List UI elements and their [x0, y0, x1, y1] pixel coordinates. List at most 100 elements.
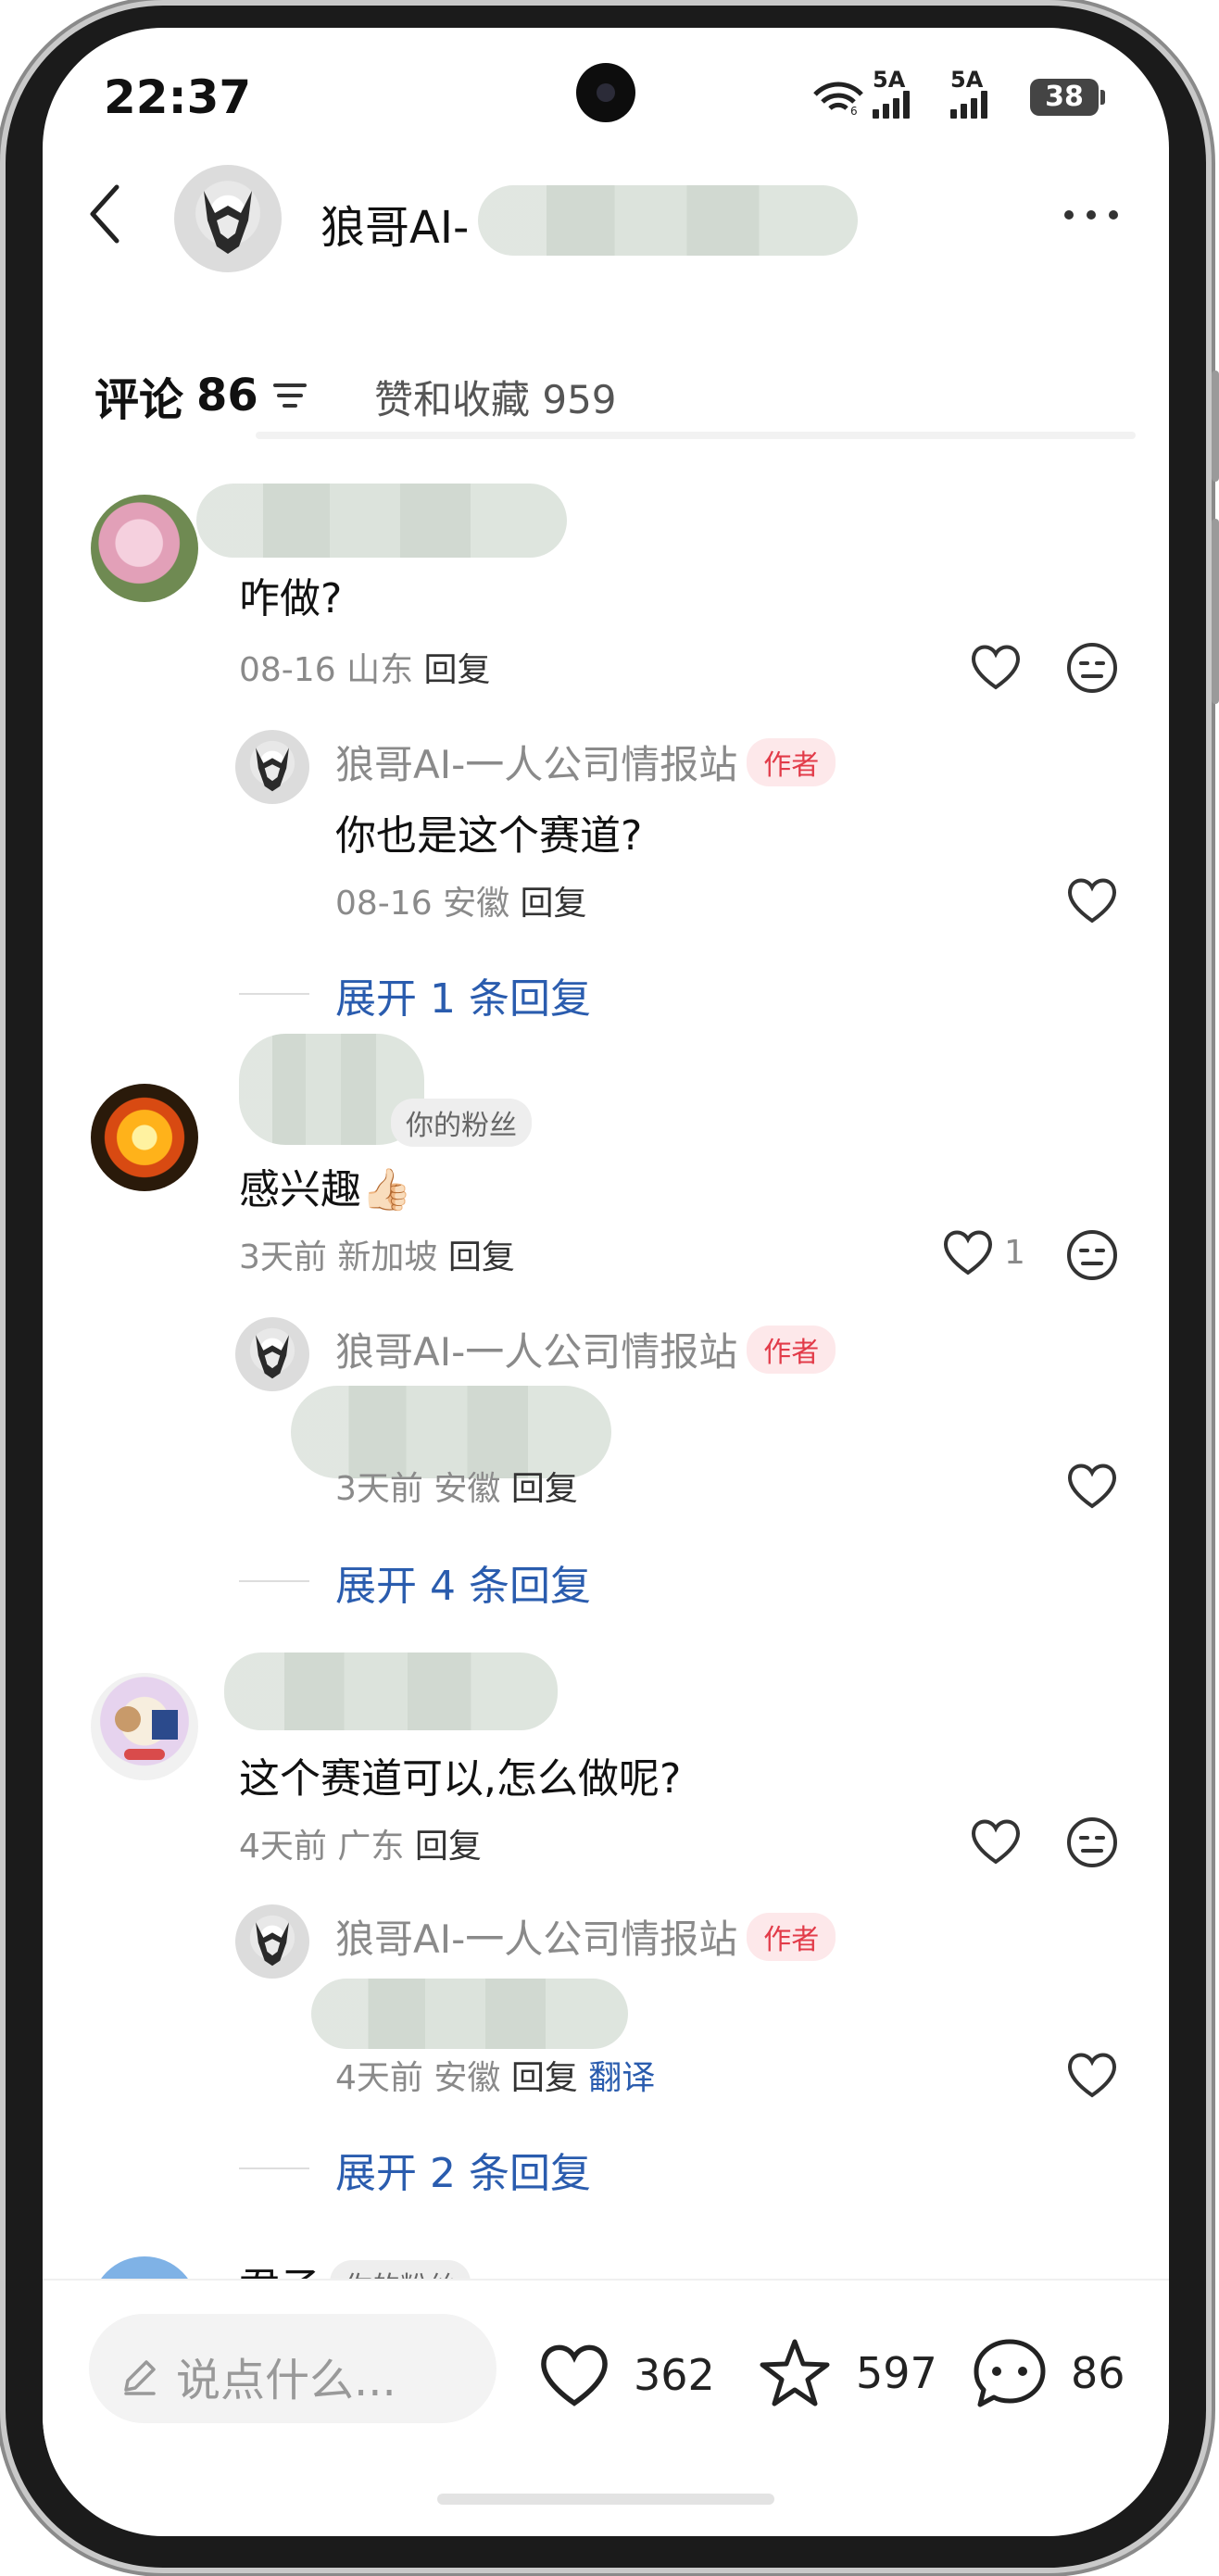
signal-bars-icon — [873, 91, 910, 119]
wolf-logo-icon — [256, 748, 289, 792]
neutral-face-icon — [1067, 1817, 1117, 1867]
comments-button[interactable]: 86 — [971, 2336, 1125, 2410]
reply-author-line: 狼哥AI-一人公司情报站 作者 — [335, 1321, 836, 1377]
favorite-count: 597 — [856, 2348, 937, 2398]
commenter-avatar[interactable] — [91, 1084, 198, 1191]
comment-count: 86 — [1071, 2348, 1125, 2398]
comment-text: 这个赛道可以,怎么做呢? — [239, 1755, 682, 1803]
front-camera — [576, 63, 635, 122]
back-button[interactable] — [85, 183, 141, 248]
blurred-reply-text — [311, 1979, 628, 2049]
dislike-button[interactable] — [1065, 641, 1119, 695]
reply-meta: 08-16 安徽 回复 — [335, 885, 587, 923]
like-post-button[interactable]: 362 — [537, 2342, 715, 2408]
wolf-logo-icon — [204, 191, 252, 254]
dislike-button[interactable] — [1065, 1816, 1119, 1869]
more-options-button[interactable] — [1058, 206, 1125, 223]
home-indicator[interactable] — [437, 2494, 774, 2505]
like-count: 362 — [634, 2350, 715, 2400]
screen: 22:37 6 5A 5A 38 狼哥AI- 评论 86 赞和收藏 959 咋做… — [43, 28, 1169, 2536]
heart-icon — [1068, 1464, 1116, 1509]
expand-divider — [239, 1580, 309, 1582]
comment-meta: 4天前 广东 回复 — [239, 1828, 482, 1866]
favorite-button[interactable]: 597 — [756, 2334, 937, 2412]
comment-input[interactable]: 说点什么... — [89, 2314, 496, 2423]
reply-button[interactable]: 回复 — [511, 1470, 578, 1508]
expand-divider — [239, 2168, 309, 2169]
author-badge: 作者 — [747, 737, 836, 786]
author-avatar[interactable] — [174, 165, 282, 272]
back-arrow-icon — [90, 184, 119, 244]
like-button[interactable] — [1065, 876, 1119, 924]
blurred-name — [224, 1652, 558, 1730]
expand-replies-button[interactable]: 展开 4 条回复 — [335, 1552, 591, 1612]
volume-button — [1212, 371, 1219, 482]
wifi-icon: 6 — [811, 74, 865, 119]
like-button[interactable] — [969, 1817, 1023, 1866]
page-title: 狼哥AI- — [320, 202, 470, 254]
heart-icon — [1068, 878, 1116, 924]
reply-author-name[interactable]: 狼哥AI-一人公司情报站 — [335, 1908, 737, 1965]
wolf-logo-icon — [256, 1335, 289, 1379]
author-badge: 作者 — [747, 1325, 836, 1374]
pencil-icon — [124, 2360, 156, 2395]
reply-author-line: 狼哥AI-一人公司情报站 作者 — [335, 1908, 836, 1965]
tab-comments-label: 评论 — [94, 374, 184, 426]
fan-badge: 你的粉丝 — [391, 1099, 532, 1147]
expand-replies-button[interactable]: 展开 2 条回复 — [335, 2140, 591, 2199]
heart-icon — [541, 2344, 608, 2406]
svg-text:6: 6 — [850, 105, 858, 115]
comment-meta: 3天前 新加坡 回复 — [239, 1238, 515, 1276]
reply-button[interactable]: 回复 — [415, 1828, 482, 1866]
reply-button[interactable]: 回复 — [424, 651, 491, 689]
neutral-face-icon — [1067, 643, 1117, 693]
tab-comments-count: 86 — [196, 370, 258, 421]
reply-text: 你也是这个赛道? — [335, 812, 643, 860]
like-button[interactable] — [969, 643, 1023, 691]
comment-text: 感兴趣👍🏻 — [239, 1166, 412, 1213]
like-button[interactable]: 1 — [941, 1228, 1025, 1276]
battery-indicator: 38 — [1030, 79, 1105, 116]
reply-author-avatar[interactable] — [235, 1317, 309, 1391]
heart-icon — [972, 645, 1020, 690]
comment-meta: 08-16 山东 回复 — [239, 651, 491, 689]
translate-button[interactable]: 翻译 — [588, 2059, 655, 2097]
expand-replies-button[interactable]: 展开 1 条回复 — [335, 965, 591, 1024]
heart-icon — [972, 1819, 1020, 1865]
like-button[interactable] — [1065, 2051, 1119, 2099]
blurred-name — [196, 484, 567, 558]
blurred-name — [478, 185, 858, 256]
chat-bubble-icon — [974, 2339, 1046, 2407]
reply-author-avatar[interactable] — [235, 1904, 309, 1979]
reply-button[interactable]: 回复 — [448, 1238, 515, 1276]
wolf-logo-icon — [256, 1922, 289, 1967]
comment-input-placeholder: 说点什么... — [176, 2355, 396, 2406]
star-icon — [760, 2339, 830, 2406]
cartoon-avatar-icon — [115, 1706, 178, 1760]
commenter-avatar[interactable] — [91, 495, 198, 602]
signal-bars-icon — [950, 91, 987, 119]
power-button — [1212, 519, 1219, 704]
reply-author-name[interactable]: 狼哥AI-一人公司情报站 — [335, 1321, 737, 1377]
like-count: 1 — [1004, 1233, 1025, 1272]
reply-author-avatar[interactable] — [235, 730, 309, 804]
like-button[interactable] — [1065, 1462, 1119, 1510]
reply-author-name[interactable]: 狼哥AI-一人公司情报站 — [335, 734, 737, 790]
neutral-face-icon — [1067, 1230, 1117, 1280]
reply-button[interactable]: 回复 — [521, 885, 587, 923]
tab-likes-favorites[interactable]: 赞和收藏 959 — [374, 369, 617, 425]
phone-frame: 22:37 6 5A 5A 38 狼哥AI- 评论 86 赞和收藏 959 咋做… — [0, 0, 1219, 2576]
author-badge: 作者 — [747, 1912, 836, 1961]
heart-icon — [944, 1230, 992, 1275]
reply-meta: 3天前 安徽 回复 — [335, 1470, 578, 1508]
comment-text: 咋做? — [239, 575, 343, 622]
reply-meta: 4天前 安徽 回复 翻译 — [335, 2059, 656, 2097]
tab-comments[interactable]: 评论 86 — [94, 363, 308, 428]
expand-divider — [239, 993, 309, 995]
sort-icon[interactable] — [271, 380, 308, 411]
reply-author-line: 狼哥AI-一人公司情报站 作者 — [335, 734, 836, 790]
dislike-button[interactable] — [1065, 1228, 1119, 1282]
reply-button[interactable]: 回复 — [511, 2059, 578, 2097]
status-time: 22:37 — [104, 70, 252, 124]
commenter-avatar[interactable] — [91, 1673, 198, 1780]
